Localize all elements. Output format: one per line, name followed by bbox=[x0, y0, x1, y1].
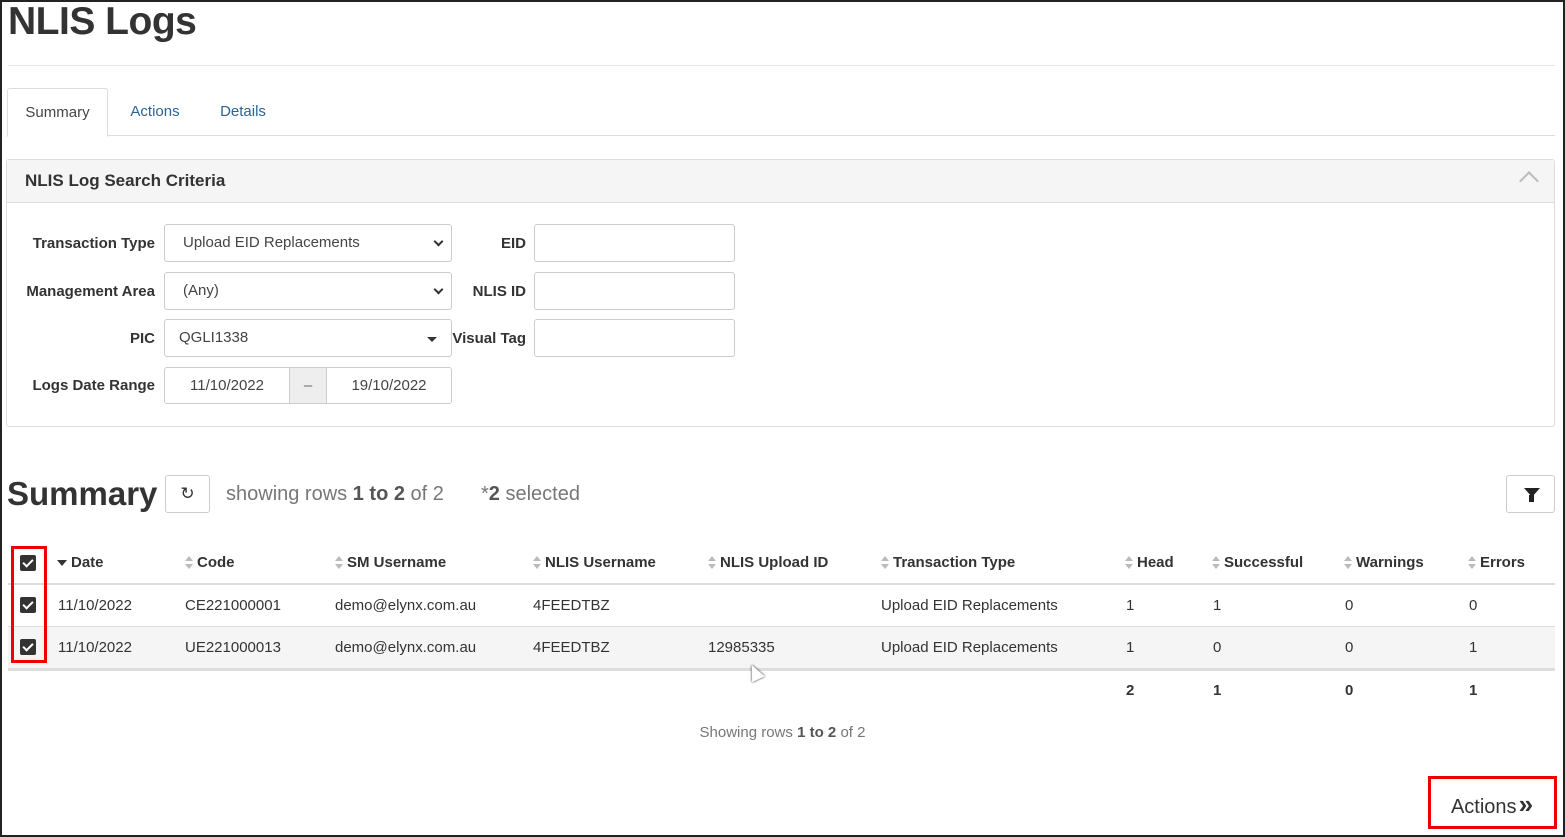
summary-info-range: 1 to 2 bbox=[352, 483, 405, 505]
management-area-select[interactable]: (Any) bbox=[164, 272, 452, 310]
checkbox-highlight bbox=[11, 546, 47, 663]
cell-warnings: 0 bbox=[1345, 639, 1354, 656]
cell-sm-username: demo@elynx.com.au bbox=[335, 639, 477, 656]
selected-count-info: *2 selected bbox=[481, 483, 580, 506]
tab-summary[interactable]: Summary bbox=[7, 88, 108, 137]
table-row[interactable]: 11/10/2022 CE221000001 demo@elynx.com.au… bbox=[8, 585, 1555, 627]
summary-info-prefix: showing rows bbox=[226, 483, 348, 505]
cell-nlis-username: 4FEEDTBZ bbox=[533, 597, 610, 614]
sort-icon bbox=[1125, 556, 1133, 570]
summary-title: Summary bbox=[7, 475, 158, 512]
sort-icon bbox=[185, 556, 193, 570]
pic-value: QGLI1338 bbox=[179, 329, 249, 346]
management-area-value: (Any) bbox=[183, 282, 219, 299]
sort-icon bbox=[335, 556, 343, 570]
col-errors[interactable]: Errors bbox=[1468, 554, 1525, 571]
cell-transaction-type: Upload EID Replacements bbox=[881, 597, 1058, 614]
pagination-info: Showing rows 1 to 2 of 2 bbox=[0, 724, 1565, 741]
visual-tag-label: Visual Tag bbox=[452, 330, 526, 347]
col-nlis-username[interactable]: NLIS Username bbox=[533, 554, 656, 571]
cell-date: 11/10/2022 bbox=[58, 639, 132, 656]
pager-range: 1 to 2 bbox=[797, 724, 837, 741]
selected-suffix: selected bbox=[505, 483, 580, 505]
date-to-input[interactable]: 19/10/2022 bbox=[327, 368, 451, 403]
total-warnings: 0 bbox=[1345, 682, 1354, 699]
sort-icon bbox=[533, 556, 541, 570]
cell-successful: 0 bbox=[1213, 639, 1222, 656]
total-errors: 1 bbox=[1469, 682, 1478, 699]
caret-down-icon bbox=[427, 337, 437, 342]
tab-bar: Summary Actions Details bbox=[7, 88, 1555, 137]
search-criteria-header[interactable]: NLIS Log Search Criteria bbox=[7, 160, 1554, 203]
refresh-icon: ↻ bbox=[180, 484, 195, 503]
sort-icon bbox=[881, 556, 889, 570]
nlis-id-label: NLIS ID bbox=[472, 283, 526, 300]
pager-suffix: of 2 bbox=[840, 724, 866, 741]
cell-head: 1 bbox=[1126, 597, 1135, 614]
selected-count: 2 bbox=[488, 483, 500, 505]
eid-input[interactable] bbox=[534, 224, 735, 262]
eid-label: EID bbox=[500, 235, 526, 252]
date-from-input[interactable]: 11/10/2022 bbox=[165, 368, 289, 403]
cell-code: UE221000013 bbox=[185, 639, 281, 656]
sort-icon bbox=[708, 556, 716, 570]
date-range-picker: 11/10/2022 – 19/10/2022 bbox=[164, 367, 452, 404]
sort-icon bbox=[1212, 556, 1220, 570]
cell-warnings: 0 bbox=[1345, 597, 1354, 614]
filter-button[interactable] bbox=[1506, 475, 1555, 513]
cell-sm-username: demo@elynx.com.au bbox=[335, 597, 477, 614]
actions-highlight bbox=[1428, 776, 1557, 829]
cell-head: 1 bbox=[1126, 639, 1135, 656]
cell-code: CE221000001 bbox=[185, 597, 281, 614]
title-divider bbox=[8, 65, 1555, 66]
transaction-type-value: Upload EID Replacements bbox=[183, 234, 360, 251]
transaction-type-label: Transaction Type bbox=[32, 235, 155, 252]
pic-label: PIC bbox=[129, 330, 155, 347]
table-footer-divider bbox=[8, 669, 1555, 671]
cell-date: 11/10/2022 bbox=[58, 597, 132, 614]
col-code[interactable]: Code bbox=[185, 554, 235, 571]
col-sm-username[interactable]: SM Username bbox=[335, 554, 446, 571]
col-warnings[interactable]: Warnings bbox=[1344, 554, 1424, 571]
sort-desc-icon bbox=[57, 560, 67, 567]
cell-nlis-username: 4FEEDTBZ bbox=[533, 639, 610, 656]
management-area-label: Management Area bbox=[26, 283, 155, 300]
total-successful: 1 bbox=[1213, 682, 1222, 699]
col-date[interactable]: Date bbox=[57, 554, 104, 571]
selected-prefix: * bbox=[481, 483, 489, 505]
col-head[interactable]: Head bbox=[1125, 554, 1174, 571]
collapse-chevron-icon[interactable] bbox=[1519, 171, 1539, 191]
sort-icon bbox=[1468, 556, 1476, 570]
pic-select[interactable]: QGLI1338 bbox=[164, 319, 452, 357]
col-nlis-upload-id[interactable]: NLIS Upload ID bbox=[708, 554, 828, 571]
tab-actions[interactable]: Actions bbox=[117, 88, 193, 136]
total-head: 2 bbox=[1126, 682, 1135, 699]
cell-transaction-type: Upload EID Replacements bbox=[881, 639, 1058, 656]
page-title: NLIS Logs bbox=[8, 0, 197, 43]
tab-details[interactable]: Details bbox=[207, 88, 279, 136]
summary-info-suffix: of 2 bbox=[410, 483, 444, 505]
refresh-button[interactable]: ↻ bbox=[165, 475, 210, 513]
nlis-id-input[interactable] bbox=[534, 272, 735, 310]
search-criteria-title: NLIS Log Search Criteria bbox=[25, 171, 226, 190]
col-successful[interactable]: Successful bbox=[1212, 554, 1303, 571]
transaction-type-select[interactable]: Upload EID Replacements bbox=[164, 224, 452, 262]
cell-errors: 1 bbox=[1469, 639, 1478, 656]
date-range-separator: – bbox=[289, 368, 327, 403]
visual-tag-input[interactable] bbox=[534, 319, 735, 357]
sort-icon bbox=[1344, 556, 1352, 570]
col-transaction-type[interactable]: Transaction Type bbox=[881, 554, 1015, 571]
cell-successful: 1 bbox=[1213, 597, 1222, 614]
cell-errors: 0 bbox=[1469, 597, 1478, 614]
cell-nlis-upload-id: 12985335 bbox=[708, 639, 775, 656]
table-row[interactable]: 11/10/2022 UE221000013 demo@elynx.com.au… bbox=[8, 627, 1555, 669]
summary-row-info: showing rows 1 to 2 of 2 bbox=[226, 483, 444, 506]
pager-prefix: Showing rows bbox=[699, 724, 793, 741]
date-range-label: Logs Date Range bbox=[32, 377, 155, 394]
